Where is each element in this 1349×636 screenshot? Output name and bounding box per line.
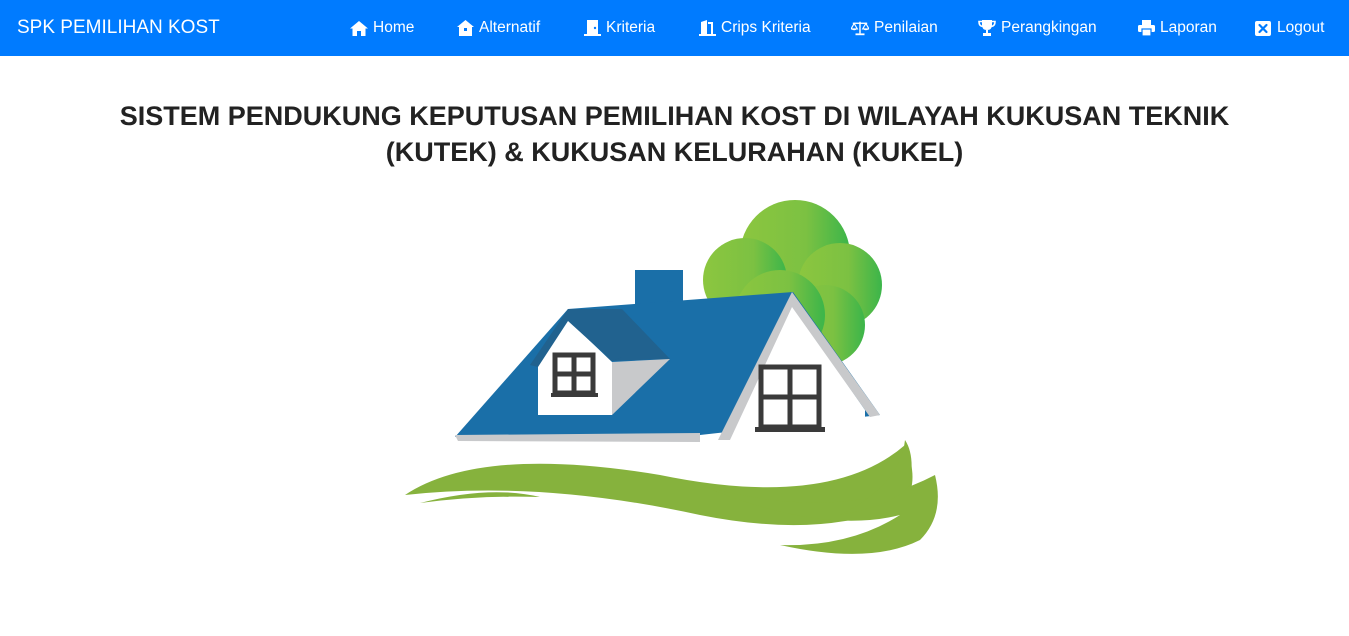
home-icon [350, 20, 368, 36]
nav-crips-kriteria[interactable]: Crips Kriteria [698, 0, 811, 56]
nav-penilaian-label: Penilaian [874, 19, 938, 36]
nav-logout[interactable]: Logout [1254, 0, 1324, 56]
nav-perangkingan[interactable]: Perangkingan [978, 0, 1097, 56]
nav-laporan[interactable]: Laporan [1137, 0, 1217, 56]
trophy-icon [978, 20, 996, 36]
nav-penilaian[interactable]: Penilaian [851, 0, 938, 56]
nav-logout-label: Logout [1277, 19, 1325, 36]
top-navbar: SPK PEMILIHAN KOST Home Alternatif Krite… [0, 0, 1349, 56]
nav-crips-kriteria-label: Crips Kriteria [721, 19, 811, 36]
nav-laporan-label: Laporan [1160, 19, 1217, 36]
nav-perangkingan-label: Perangkingan [1001, 19, 1097, 36]
balance-scale-icon [851, 20, 869, 36]
house-alt-icon [456, 20, 474, 36]
nav-home[interactable]: Home [350, 0, 414, 56]
close-box-icon [1254, 20, 1272, 36]
brand-link[interactable]: SPK PEMILIHAN KOST [17, 0, 220, 56]
door-icon [583, 20, 601, 36]
house-tree-logo [405, 200, 938, 554]
nav-home-label: Home [373, 19, 415, 36]
page-title-line-1: SISTEM PENDUKUNG KEPUTUSAN PEMILIHAN KOS… [119, 101, 1230, 131]
nav-kriteria[interactable]: Kriteria [583, 0, 655, 56]
page-title: SISTEM PENDUKUNG KEPUTUSAN PEMILIHAN KOS… [0, 98, 1349, 170]
door-open-icon [698, 20, 716, 36]
page-title-line-2: (KUTEK) & KUKUSAN KELURAHAN (KUKEL) [385, 137, 964, 167]
nav-alternatif[interactable]: Alternatif [456, 0, 540, 56]
grass-swoosh [405, 440, 938, 554]
nav-alternatif-label: Alternatif [479, 19, 541, 36]
nav-kriteria-label: Kriteria [606, 19, 656, 36]
print-icon [1137, 20, 1155, 36]
house-logo-image [400, 185, 945, 560]
